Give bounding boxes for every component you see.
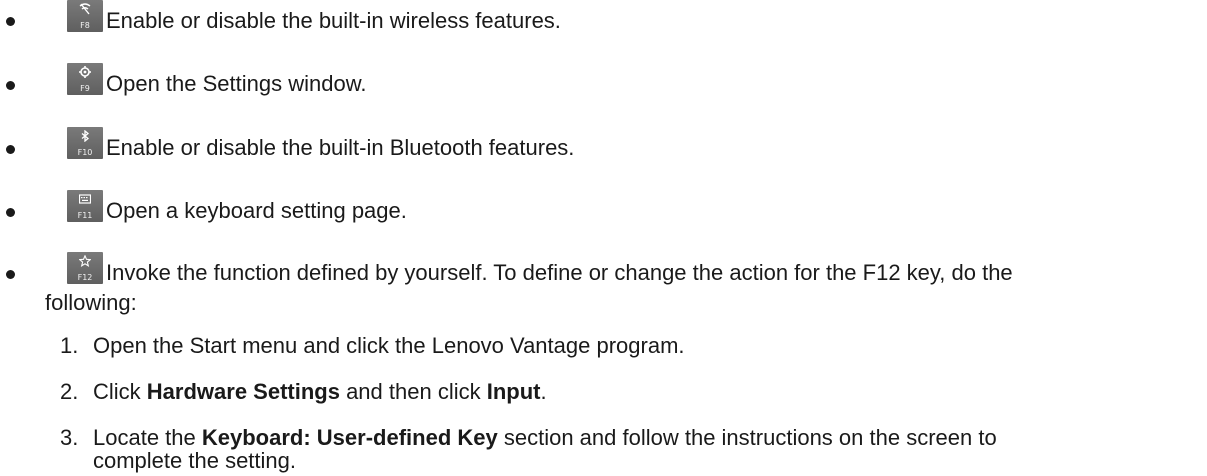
key-label: F9 xyxy=(80,84,90,93)
bullet-text-line1: Invoke the function defined by yourself.… xyxy=(106,260,1013,285)
bluetooth-icon xyxy=(81,130,90,142)
key-label: F8 xyxy=(80,21,90,30)
bullet-text-line2: following: xyxy=(45,290,137,315)
step-bold-hardware-settings: Hardware Settings xyxy=(146,379,340,404)
list-item-f11: F11 Open a keyboard setting page. xyxy=(0,187,1207,227)
step-3-continuation: complete the setting. xyxy=(93,448,297,473)
wireless-off-icon xyxy=(79,3,91,15)
step-bold-input: Input xyxy=(486,379,541,404)
step-text-post: . xyxy=(540,379,547,404)
key-label: F11 xyxy=(77,211,93,220)
step-text-pre: Click xyxy=(93,379,147,404)
f8-key-image: F8 xyxy=(67,0,103,32)
step-text-mid: and then click xyxy=(339,379,487,404)
step-text: Open the Start menu and click the Lenovo… xyxy=(93,333,685,358)
bullet-dot xyxy=(6,81,15,90)
star-icon xyxy=(79,255,91,267)
bullet-dot xyxy=(6,270,15,279)
f11-key-image: F11 xyxy=(67,190,103,222)
keyboard-icon xyxy=(79,194,91,204)
step-number: 3. xyxy=(60,425,79,450)
bullet-text: Open the Settings window. xyxy=(106,71,367,96)
f10-key-image: F10 xyxy=(67,127,103,159)
f9-key-image: F9 xyxy=(67,63,103,95)
bullet-text: Open a keyboard setting page. xyxy=(106,198,407,223)
list-item-f8: F8 Enable or disable the built-in wirele… xyxy=(0,0,1207,40)
bullet-dot xyxy=(6,17,15,26)
list-item-f10: F10 Enable or disable the built-in Bluet… xyxy=(0,124,1207,164)
list-item-f9: F9 Open the Settings window. xyxy=(0,60,1207,100)
step-number: 1. xyxy=(60,333,79,358)
bullet-text: Enable or disable the built-in wireless … xyxy=(106,8,561,33)
gear-icon xyxy=(79,66,91,78)
bullet-dot xyxy=(6,145,15,154)
key-label: F12 xyxy=(77,273,93,282)
f12-key-image: F12 xyxy=(67,252,103,284)
bullet-dot xyxy=(6,208,15,217)
bullet-text: Enable or disable the built-in Bluetooth… xyxy=(106,135,575,160)
key-label: F10 xyxy=(77,148,93,157)
step-2: 2. Click Hardware Settings and then click… xyxy=(60,377,547,407)
step-1: 1. Open the Start menu and click the Leno… xyxy=(60,331,685,361)
step-number: 2. xyxy=(60,379,79,404)
list-item-f12: F12 Invoke the function defined by yours… xyxy=(0,249,1207,319)
step-text-post: section and follow the instructions on t… xyxy=(497,425,997,450)
